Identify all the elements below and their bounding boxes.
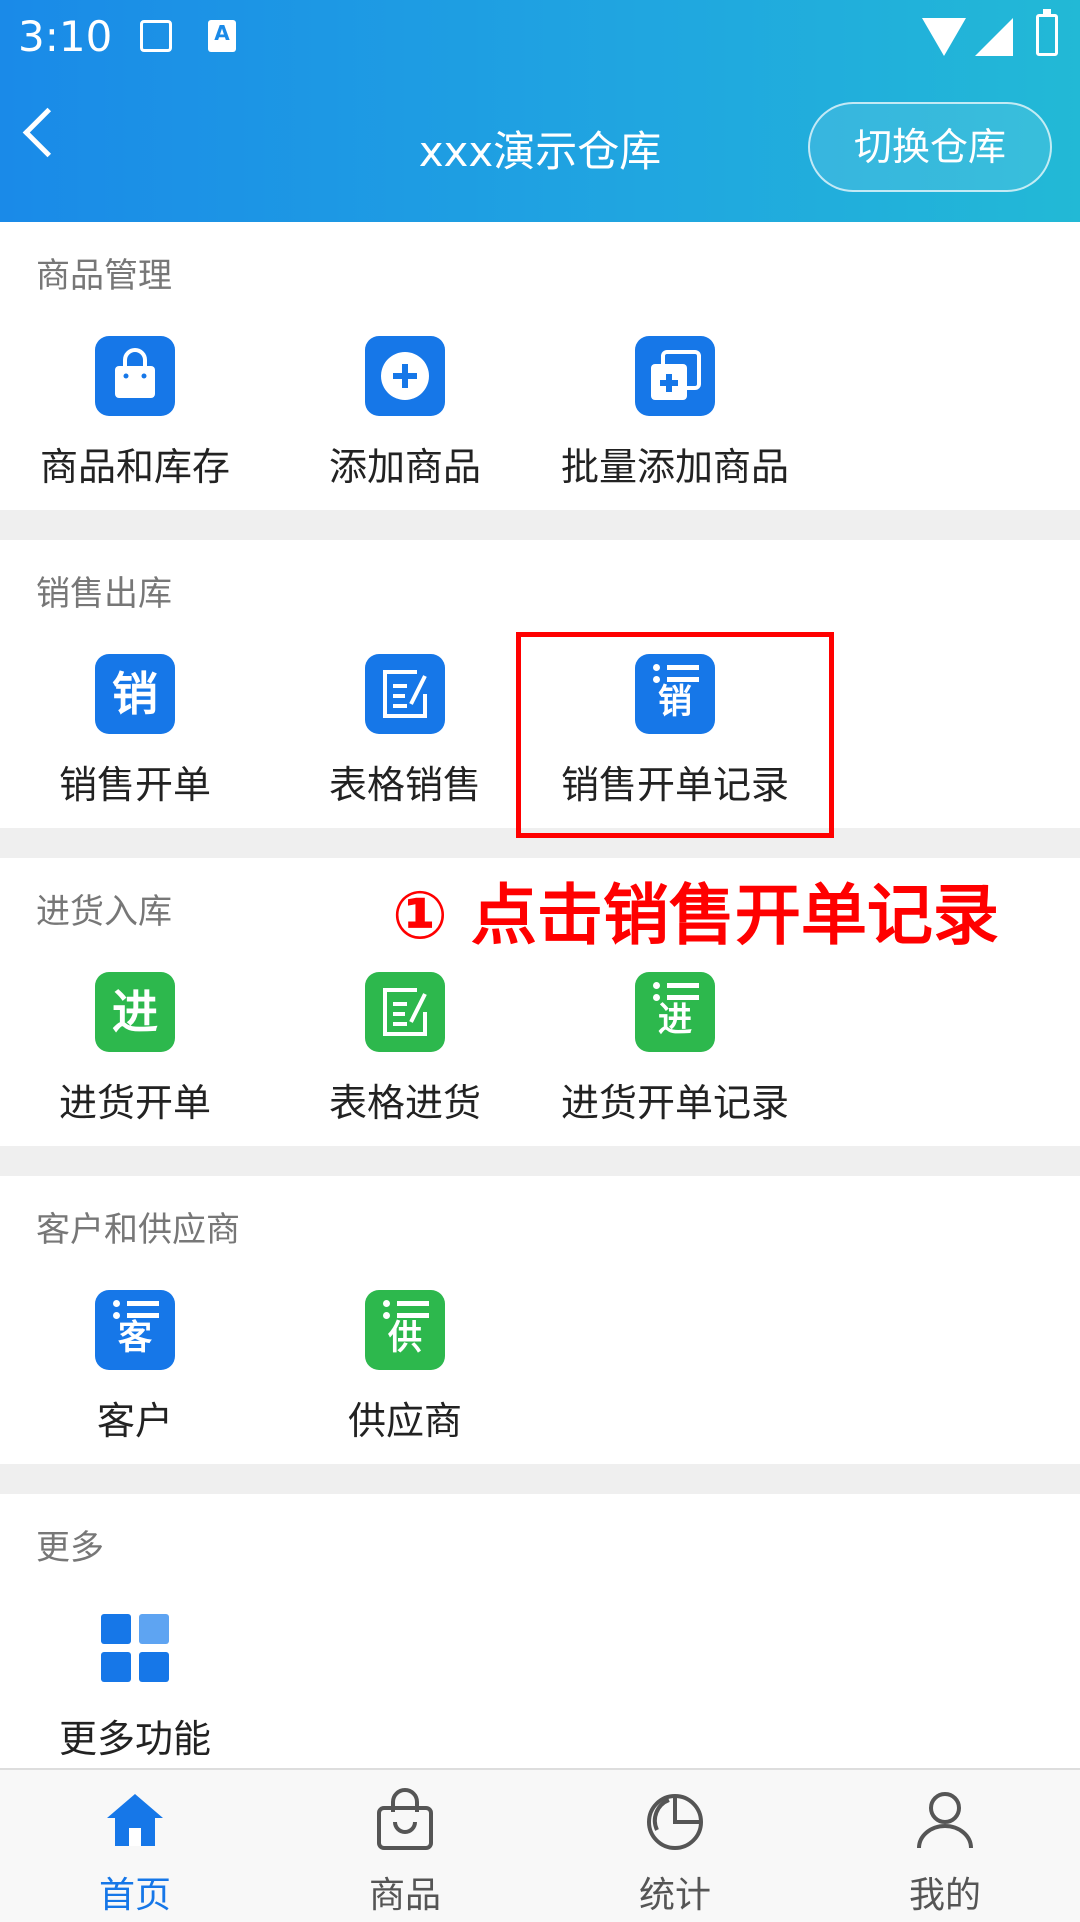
section-title: 商品管理 (36, 256, 172, 296)
menu-item-more-features[interactable]: 更多功能 (0, 1608, 270, 1768)
user-icon (917, 1792, 973, 1849)
menu-item-label: 批量添加商品 (560, 445, 789, 489)
highlight-box (516, 632, 834, 838)
menu-item-label: 表格进货 (328, 1081, 481, 1125)
menu-item-label: 商品和库存 (39, 445, 230, 489)
menu-item-batch-add-product[interactable]: 批量添加商品 (540, 336, 810, 496)
table-edit-icon (365, 654, 445, 734)
menu-item-products-inventory[interactable]: 商品和库存 (0, 336, 270, 496)
status-time: 3:10 (18, 12, 113, 61)
menu-item-label: 客户 (96, 1399, 173, 1443)
tab-home[interactable]: 首页 (0, 1770, 270, 1922)
section-title: 进货入库 (36, 892, 172, 932)
tab-label: 商品 (368, 1875, 441, 1916)
status-bar: 3:10 A (0, 0, 1080, 72)
wifi-icon (922, 18, 966, 56)
battery-icon (1036, 9, 1058, 56)
sales-order-icon: 销 (95, 654, 175, 734)
pie-chart-icon (647, 1794, 703, 1850)
plus-circle-icon (365, 336, 445, 416)
menu-item-purchase-order[interactable]: 进 进货开单 (0, 972, 270, 1132)
cellular-signal-icon (975, 18, 1013, 56)
tab-products[interactable]: 商品 (270, 1770, 540, 1922)
menu-item-purchase-order-records[interactable]: 进 进货开单记录 (540, 972, 810, 1132)
supplier-list-icon: 供 (365, 1290, 445, 1370)
menu-item-table-purchase[interactable]: 表格进货 (270, 972, 540, 1132)
menu-item-label: 销售开单 (58, 763, 211, 807)
instruction-annotation: ① 点击销售开单记录 (392, 877, 999, 954)
menu-item-label: 添加商品 (328, 445, 481, 489)
bottom-tab-bar: 首页 商品 统计 我的 (0, 1768, 1080, 1922)
menu-item-label: 供应商 (347, 1399, 462, 1443)
table-edit-icon (365, 972, 445, 1052)
section-product-management: 商品管理 商品和库存 添加商品 批量添加商品 (0, 222, 1080, 510)
switch-warehouse-button[interactable]: 切换仓库 (808, 102, 1052, 192)
bag-icon (377, 1788, 433, 1850)
tab-label: 统计 (638, 1875, 711, 1916)
grid-icon (95, 1608, 175, 1688)
menu-item-add-product[interactable]: 添加商品 (270, 336, 540, 496)
purchase-record-icon: 进 (635, 972, 715, 1052)
section-title: 销售出库 (36, 574, 172, 614)
purchase-order-icon: 进 (95, 972, 175, 1052)
translate-notification-icon: A (208, 20, 236, 52)
menu-item-suppliers[interactable]: 供 供应商 (270, 1290, 540, 1450)
image-notification-icon (140, 20, 172, 52)
tab-mine[interactable]: 我的 (810, 1770, 1080, 1922)
menu-item-label: 进货开单记录 (560, 1081, 789, 1125)
menu-item-customers[interactable]: 客 客户 (0, 1290, 270, 1450)
batch-add-icon (635, 336, 715, 416)
customer-list-icon: 客 (95, 1290, 175, 1370)
section-customers-suppliers: 客户和供应商 客 客户 供 供应商 (0, 1176, 1080, 1464)
section-title: 客户和供应商 (36, 1210, 240, 1250)
menu-item-label: 更多功能 (58, 1717, 211, 1761)
menu-item-label: 表格销售 (328, 763, 481, 807)
section-title: 更多 (36, 1528, 104, 1568)
menu-item-label: 进货开单 (58, 1081, 211, 1125)
tab-statistics[interactable]: 统计 (540, 1770, 810, 1922)
tab-label: 我的 (908, 1875, 981, 1916)
home-icon (107, 1794, 163, 1846)
shopping-bag-icon (95, 336, 175, 416)
menu-item-table-sales[interactable]: 表格销售 (270, 654, 540, 814)
app-header: 3:10 A xxx演示仓库 切换仓库 (0, 0, 1080, 222)
section-more: 更多 更多功能 (0, 1494, 1080, 1768)
menu-item-sales-order[interactable]: 销 销售开单 (0, 654, 270, 814)
tab-label: 首页 (98, 1875, 171, 1916)
